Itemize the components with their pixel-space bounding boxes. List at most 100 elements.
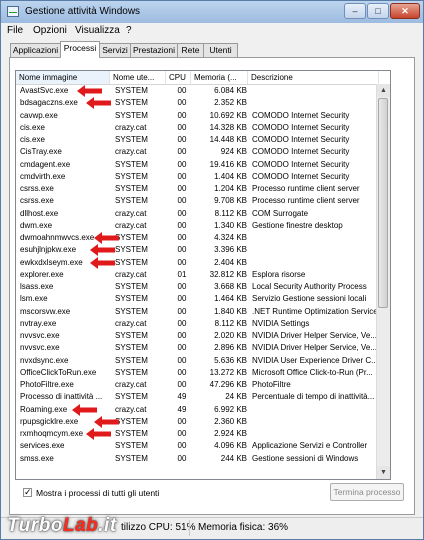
scroll-down-icon[interactable]: ▼ (377, 466, 390, 479)
process-name: dllhost.exe (20, 208, 59, 218)
process-description: COMODO Internet Security (252, 171, 350, 181)
close-button[interactable]: ✕ (390, 3, 420, 19)
process-user: SYSTEM (115, 331, 148, 340)
process-memory: 2.924 KB (214, 429, 247, 438)
process-cpu: 49 (177, 392, 187, 402)
process-memory: 4.096 KB (214, 441, 247, 451)
process-row[interactable]: services.exe SYSTEM 00 4.096 KB Applicazione… (16, 440, 390, 452)
process-row[interactable]: dwm.exe crazy.cat 00 1.340 KB Gestione fines… (16, 220, 390, 232)
process-description: Processo runtime client server (252, 184, 360, 193)
process-user: SYSTEM (115, 441, 148, 451)
task-manager-icon (7, 6, 19, 17)
process-row[interactable]: CisTray.exe crazy.cat 00 924 KB COMODO Inter… (16, 146, 390, 158)
tab-applications[interactable]: Applicazioni (10, 43, 61, 57)
tab-services[interactable]: Servizi (99, 43, 131, 57)
process-user: SYSTEM (115, 86, 148, 95)
column-memory[interactable]: Memoria (... (191, 71, 248, 84)
process-name: cis.exe (20, 135, 45, 144)
process-row[interactable]: cavwp.exe SYSTEM 00 10.692 KB COMODO Interne… (16, 110, 390, 122)
menu-file[interactable]: File (7, 25, 23, 36)
process-user: SYSTEM (115, 110, 148, 120)
tab-network[interactable]: Rete (177, 43, 204, 57)
end-process-button[interactable]: Termina processo (330, 483, 404, 501)
process-memory: 13.272 KB (209, 367, 247, 377)
menu-options[interactable]: Opzioni (33, 25, 67, 36)
process-name: CisTray.exe (20, 147, 62, 157)
process-row[interactable]: cmdvirth.exe SYSTEM 00 1.404 KB COMODO Inter… (16, 171, 390, 183)
process-user: SYSTEM (115, 429, 148, 438)
process-user: SYSTEM (115, 282, 148, 291)
turbolab-watermark: TurboLab.it (7, 515, 117, 537)
process-memory: 1.340 KB (214, 220, 247, 230)
process-user: SYSTEM (115, 98, 148, 108)
process-row[interactable]: nvtray.exe crazy.cat 00 8.112 KB NVIDIA Sett… (16, 318, 390, 330)
process-description: COMODO Internet Security (252, 135, 350, 144)
process-row[interactable]: rxmhoqmcym.exe SYSTEM 00 2.924 KB (16, 428, 390, 440)
vertical-scrollbar[interactable]: ▲ ▼ (376, 84, 390, 479)
process-row[interactable]: cmdagent.exe SYSTEM 00 19.416 KB COMODO Inte… (16, 159, 390, 171)
process-cpu: 00 (177, 196, 187, 206)
process-row[interactable]: AvastSvc.exe SYSTEM 00 6.084 KB (16, 85, 390, 97)
process-memory: 14.448 KB (209, 135, 247, 144)
show-all-processes-checkbox[interactable]: ✓ (23, 488, 32, 497)
process-row[interactable]: nvxdsync.exe SYSTEM 00 5.636 KB NVIDIA User … (16, 355, 390, 367)
column-cpu[interactable]: CPU (166, 71, 191, 84)
process-row[interactable]: smss.exe SYSTEM 00 244 KB Gestione sessioni … (16, 453, 390, 465)
process-memory: 8.112 KB (214, 318, 247, 328)
column-user-name[interactable]: Nome ute... (110, 71, 166, 84)
tab-performance[interactable]: Prestazioni (130, 43, 178, 57)
menu-help[interactable]: ? (126, 25, 132, 36)
process-row[interactable]: bdsagaczns.exe SYSTEM 00 2.352 KB (16, 97, 390, 110)
tab-users[interactable]: Utenti (203, 43, 238, 57)
process-row[interactable]: nvvsvc.exe SYSTEM 00 2.020 KB NVIDIA Driver … (16, 330, 390, 342)
process-row[interactable]: cis.exe crazy.cat 00 14.328 KB COMODO Intern… (16, 122, 390, 134)
process-cpu: 00 (177, 233, 187, 242)
process-memory: 8.112 KB (214, 208, 247, 218)
process-description: .NET Runtime Optimization Service (252, 306, 378, 316)
process-cpu: 00 (177, 257, 187, 267)
scroll-thumb[interactable] (378, 98, 388, 308)
process-name: lsass.exe (20, 282, 54, 291)
process-user: SYSTEM (115, 355, 148, 365)
title-bar[interactable]: Gestione attività Windows – □ ✕ (1, 1, 423, 23)
process-user: crazy.cat (115, 318, 147, 328)
process-row[interactable]: nvvsvc.exe SYSTEM 00 2.896 KB NVIDIA Driver … (16, 342, 390, 354)
process-memory: 924 KB (220, 147, 247, 157)
menu-view[interactable]: Visualizza (75, 25, 120, 36)
process-row[interactable]: explorer.exe crazy.cat 01 32.812 KB Esplora … (16, 269, 390, 281)
process-row[interactable]: mscorsvw.exe SYSTEM 00 1.840 KB .NET Runtime… (16, 306, 390, 318)
process-cpu: 00 (177, 282, 187, 291)
process-row[interactable]: ewkxdxlseym.exe SYSTEM 00 2.404 KB (16, 256, 390, 269)
scroll-up-icon[interactable]: ▲ (377, 84, 390, 97)
process-row[interactable]: dllhost.exe crazy.cat 00 8.112 KB COM Surrog… (16, 208, 390, 220)
process-row[interactable]: cis.exe SYSTEM 00 14.448 KB COMODO Internet … (16, 134, 390, 146)
process-row[interactable]: lsass.exe SYSTEM 00 3.668 KB Local Security … (16, 281, 390, 293)
column-image-name[interactable]: Nome immagine (16, 71, 110, 84)
minimize-button[interactable]: – (344, 3, 366, 19)
process-memory: 244 KB (220, 453, 247, 463)
process-row[interactable]: dwmoahnmwvcs.exe SYSTEM 00 4.324 KB (16, 232, 390, 244)
process-memory: 2.352 KB (214, 98, 247, 108)
process-cpu: 00 (177, 429, 187, 438)
red-arrow-icon (85, 428, 111, 440)
process-row[interactable]: Roaming.exe crazy.cat 49 6.992 KB (16, 403, 390, 416)
process-memory: 47.296 KB (209, 380, 247, 389)
column-description[interactable]: Descrizione (248, 71, 379, 84)
process-cpu: 00 (177, 306, 187, 316)
process-description: NVIDIA Settings (252, 318, 310, 328)
process-row[interactable]: lsm.exe SYSTEM 00 1.464 KB Servizio Gestione… (16, 293, 390, 305)
process-row[interactable]: rpupsgicklre.exe SYSTEM 00 2.360 KB (16, 415, 390, 428)
process-row[interactable]: OfficeClickToRun.exe SYSTEM 00 13.272 KB Mic… (16, 367, 390, 379)
maximize-button[interactable]: □ (367, 3, 389, 19)
process-row[interactable]: PhotoFiltre.exe crazy.cat 00 47.296 KB Photo… (16, 379, 390, 391)
process-user: SYSTEM (115, 135, 148, 144)
process-row[interactable]: csrss.exe SYSTEM 00 1.204 KB Processo runtim… (16, 183, 390, 195)
process-memory: 2.020 KB (214, 331, 247, 340)
process-row[interactable]: esuhjlnjpkw.exe SYSTEM 00 3.396 KB (16, 244, 390, 257)
process-user: SYSTEM (115, 453, 148, 463)
process-cpu: 00 (177, 220, 187, 230)
process-cpu: 00 (177, 367, 187, 377)
tab-processes[interactable]: Processi (60, 41, 100, 58)
process-memory: 1.204 KB (214, 184, 247, 193)
process-row[interactable]: csrss.exe SYSTEM 00 9.708 KB Processo runtim… (16, 195, 390, 207)
